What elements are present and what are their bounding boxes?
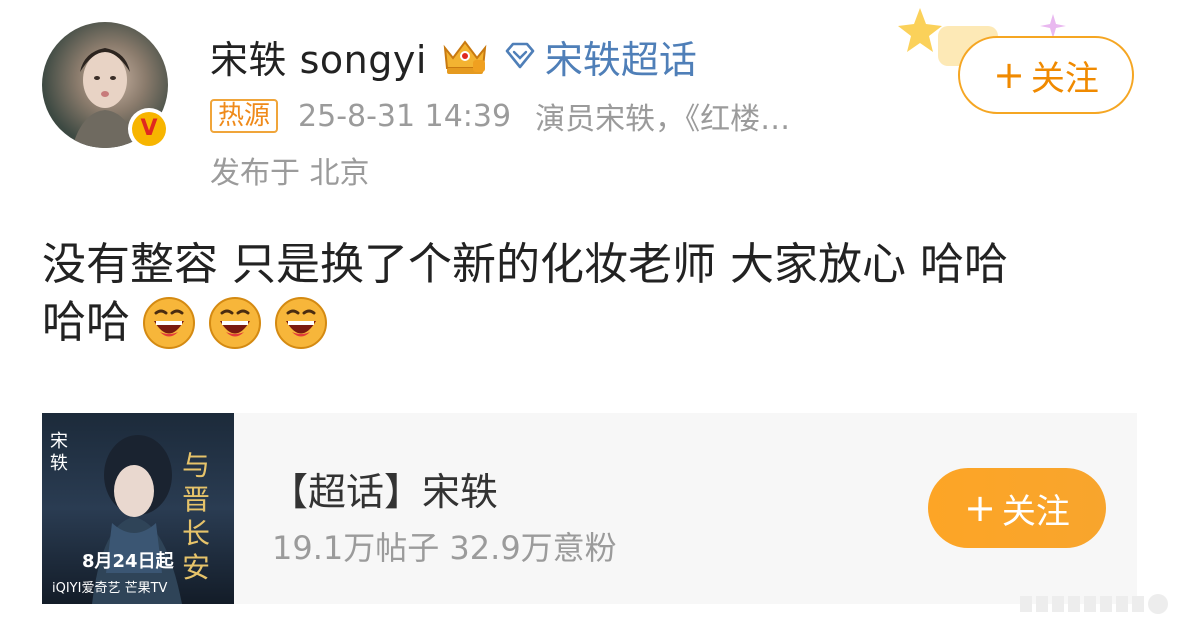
supertopic-title[interactable]: 【超话】宋轶 (270, 461, 498, 516)
hot-source-badge: 热源 (210, 99, 279, 133)
user-name-row: 宋轶 songyi 宋轶超话 (210, 28, 697, 84)
supertopic-link[interactable]: 宋轶超话 (545, 29, 697, 84)
laughing-emoji-icon (275, 297, 327, 349)
supertopic-follow-button[interactable]: + 关注 (928, 468, 1106, 548)
crown-icon[interactable] (439, 34, 491, 78)
supertopic-follow-label: 关注 (1001, 491, 1070, 532)
plus-icon: + (993, 53, 1025, 97)
poster-release-date: 8月24日起 (82, 551, 174, 572)
follow-button[interactable]: + 关注 (958, 36, 1134, 114)
watermark-icon (1020, 594, 1168, 614)
post-timestamp: 25-8-31 14:39 (298, 98, 512, 134)
post-location: 发布于 北京 (210, 156, 370, 191)
diamond-icon (505, 42, 535, 69)
post-text-continuation: 哈哈 (42, 297, 130, 348)
user-bio: 演员宋轶，《红楼… (535, 102, 791, 137)
post-text-line-2: 哈哈 (42, 294, 1142, 352)
poster-platforms: iQIYI爱奇艺 芒果TV (52, 581, 168, 596)
poster-drama-title: 与晋长安 (182, 449, 211, 584)
verified-badge-icon: V (128, 108, 170, 150)
plus-icon: + (964, 486, 996, 530)
poster-actor-name: 宋轶 (50, 431, 68, 474)
laughing-emoji-icon (143, 297, 195, 349)
user-name[interactable]: 宋轶 songyi (210, 29, 427, 84)
drama-poster-image: 宋轶 与晋长安 8月24日起 iQIYI爱奇艺 芒果TV (42, 413, 234, 604)
post-meta-row: 热源 25-8-31 14:39 演员宋轶，《红楼… (210, 95, 790, 137)
post-text-line: 没有整容 只是换了个新的化妆老师 大家放心 哈哈 (42, 239, 1008, 290)
supertopic-stats: 19.1万帖子 32.9万意粉 (272, 529, 617, 567)
laughing-emoji-icon (209, 297, 261, 349)
follow-button-label: 关注 (1030, 58, 1099, 99)
post-content: 没有整容 只是换了个新的化妆老师 大家放心 哈哈 哈哈 (42, 236, 1142, 352)
supertopic-card[interactable]: 宋轶 与晋长安 8月24日起 iQIYI爱奇艺 芒果TV 【超话】宋轶 19.1… (42, 413, 1137, 604)
